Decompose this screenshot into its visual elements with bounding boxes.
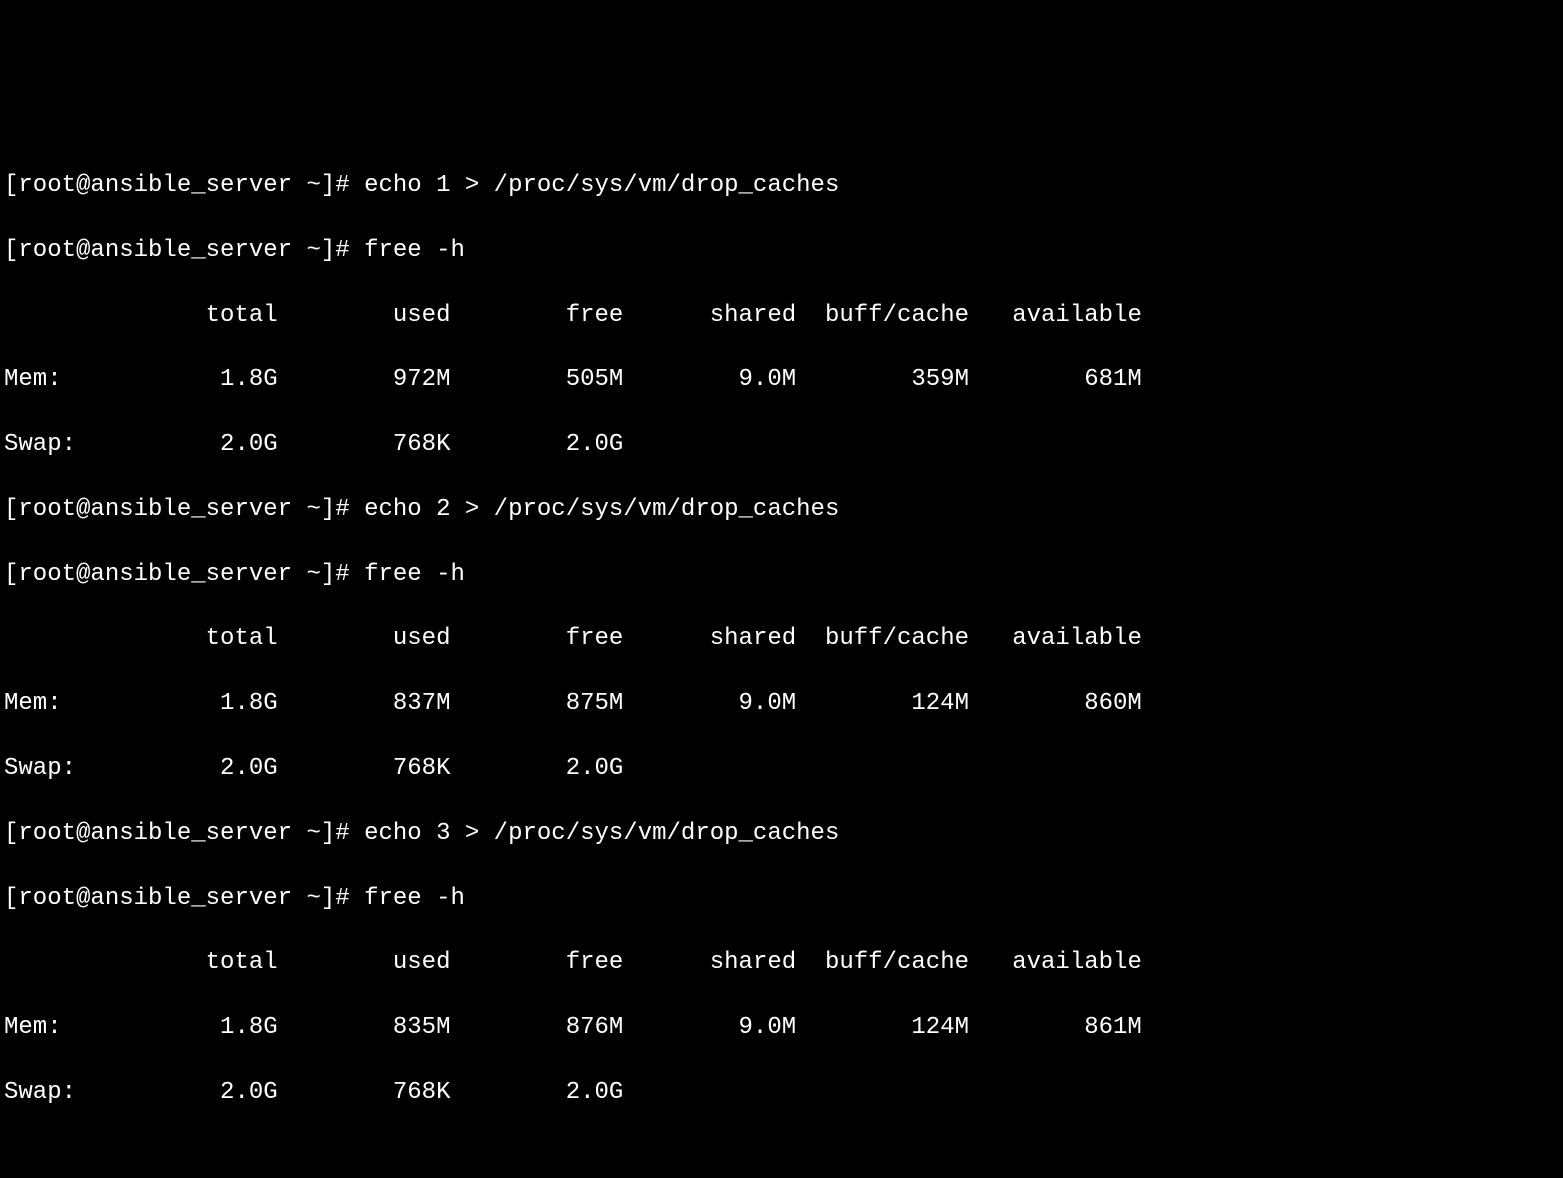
mem-row-3: Mem: 1.8G 835M 876M 9.0M 124M 861M xyxy=(4,1012,1559,1044)
prompt: [root@ansible_server ~]# xyxy=(4,885,364,912)
command-text: echo 1 > /proc/sys/vm/drop_caches xyxy=(364,172,839,199)
mem-label: Mem: xyxy=(4,690,62,717)
table-header-3: total used free shared buff/cache availa… xyxy=(4,947,1559,979)
mem-used: 972M xyxy=(393,366,451,393)
swap-label: Swap: xyxy=(4,431,76,458)
mem-row-1: Mem: 1.8G 972M 505M 9.0M 359M 681M xyxy=(4,364,1559,396)
swap-label: Swap: xyxy=(4,755,76,782)
swap-used: 768K xyxy=(393,1079,451,1106)
mem-used: 835M xyxy=(393,1014,451,1041)
mem-free: 875M xyxy=(566,690,624,717)
mem-free: 505M xyxy=(566,366,624,393)
header-used: used xyxy=(393,625,451,652)
swap-label: Swap: xyxy=(4,1079,76,1106)
command-line-3: [root@ansible_server ~]# echo 2 > /proc/… xyxy=(4,494,1559,526)
header-available: available xyxy=(1012,625,1142,652)
swap-used: 768K xyxy=(393,755,451,782)
prompt: [root@ansible_server ~]# xyxy=(4,496,364,523)
header-shared: shared xyxy=(710,949,796,976)
mem-available: 681M xyxy=(1084,366,1142,393)
command-text: free -h xyxy=(364,885,465,912)
command-line-4: [root@ansible_server ~]# free -h xyxy=(4,559,1559,591)
header-available: available xyxy=(1012,302,1142,329)
mem-used: 837M xyxy=(393,690,451,717)
terminal-window[interactable]: [root@ansible_server ~]# echo 1 > /proc/… xyxy=(4,138,1559,1142)
swap-free: 2.0G xyxy=(566,431,624,458)
command-line-2: [root@ansible_server ~]# free -h xyxy=(4,235,1559,267)
header-free: free xyxy=(566,949,624,976)
header-used: used xyxy=(393,949,451,976)
mem-available: 861M xyxy=(1084,1014,1142,1041)
header-buffcache: buff/cache xyxy=(825,949,969,976)
mem-total: 1.8G xyxy=(220,366,278,393)
header-free: free xyxy=(566,302,624,329)
table-header-1: total used free shared buff/cache availa… xyxy=(4,300,1559,332)
command-text: free -h xyxy=(364,237,465,264)
header-buffcache: buff/cache xyxy=(825,302,969,329)
swap-row-1: Swap: 2.0G 768K 2.0G xyxy=(4,429,1559,461)
header-total: total xyxy=(206,302,278,329)
mem-total: 1.8G xyxy=(220,690,278,717)
command-text: free -h xyxy=(364,561,465,588)
swap-total: 2.0G xyxy=(220,1079,278,1106)
swap-total: 2.0G xyxy=(220,755,278,782)
prompt: [root@ansible_server ~]# xyxy=(4,820,364,847)
swap-row-2: Swap: 2.0G 768K 2.0G xyxy=(4,753,1559,785)
swap-free: 2.0G xyxy=(566,1079,624,1106)
prompt: [root@ansible_server ~]# xyxy=(4,561,364,588)
mem-shared: 9.0M xyxy=(739,1014,797,1041)
mem-label: Mem: xyxy=(4,1014,62,1041)
command-line-5: [root@ansible_server ~]# echo 3 > /proc/… xyxy=(4,818,1559,850)
mem-total: 1.8G xyxy=(220,1014,278,1041)
command-text: echo 2 > /proc/sys/vm/drop_caches xyxy=(364,496,839,523)
header-free: free xyxy=(566,625,624,652)
command-line-6: [root@ansible_server ~]# free -h xyxy=(4,883,1559,915)
prompt: [root@ansible_server ~]# xyxy=(4,237,364,264)
mem-shared: 9.0M xyxy=(739,690,797,717)
header-buffcache: buff/cache xyxy=(825,625,969,652)
mem-label: Mem: xyxy=(4,366,62,393)
table-header-2: total used free shared buff/cache availa… xyxy=(4,623,1559,655)
header-used: used xyxy=(393,302,451,329)
mem-buffcache: 359M xyxy=(911,366,969,393)
mem-row-2: Mem: 1.8G 837M 875M 9.0M 124M 860M xyxy=(4,688,1559,720)
mem-buffcache: 124M xyxy=(911,690,969,717)
command-text: echo 3 > /proc/sys/vm/drop_caches xyxy=(364,820,839,847)
mem-available: 860M xyxy=(1084,690,1142,717)
mem-buffcache: 124M xyxy=(911,1014,969,1041)
command-line-1: [root@ansible_server ~]# echo 1 > /proc/… xyxy=(4,170,1559,202)
swap-used: 768K xyxy=(393,431,451,458)
header-total: total xyxy=(206,949,278,976)
header-total: total xyxy=(206,625,278,652)
swap-row-3: Swap: 2.0G 768K 2.0G xyxy=(4,1077,1559,1109)
mem-shared: 9.0M xyxy=(739,366,797,393)
swap-total: 2.0G xyxy=(220,431,278,458)
swap-free: 2.0G xyxy=(566,755,624,782)
header-available: available xyxy=(1012,949,1142,976)
header-shared: shared xyxy=(710,302,796,329)
header-shared: shared xyxy=(710,625,796,652)
mem-free: 876M xyxy=(566,1014,624,1041)
prompt: [root@ansible_server ~]# xyxy=(4,172,364,199)
